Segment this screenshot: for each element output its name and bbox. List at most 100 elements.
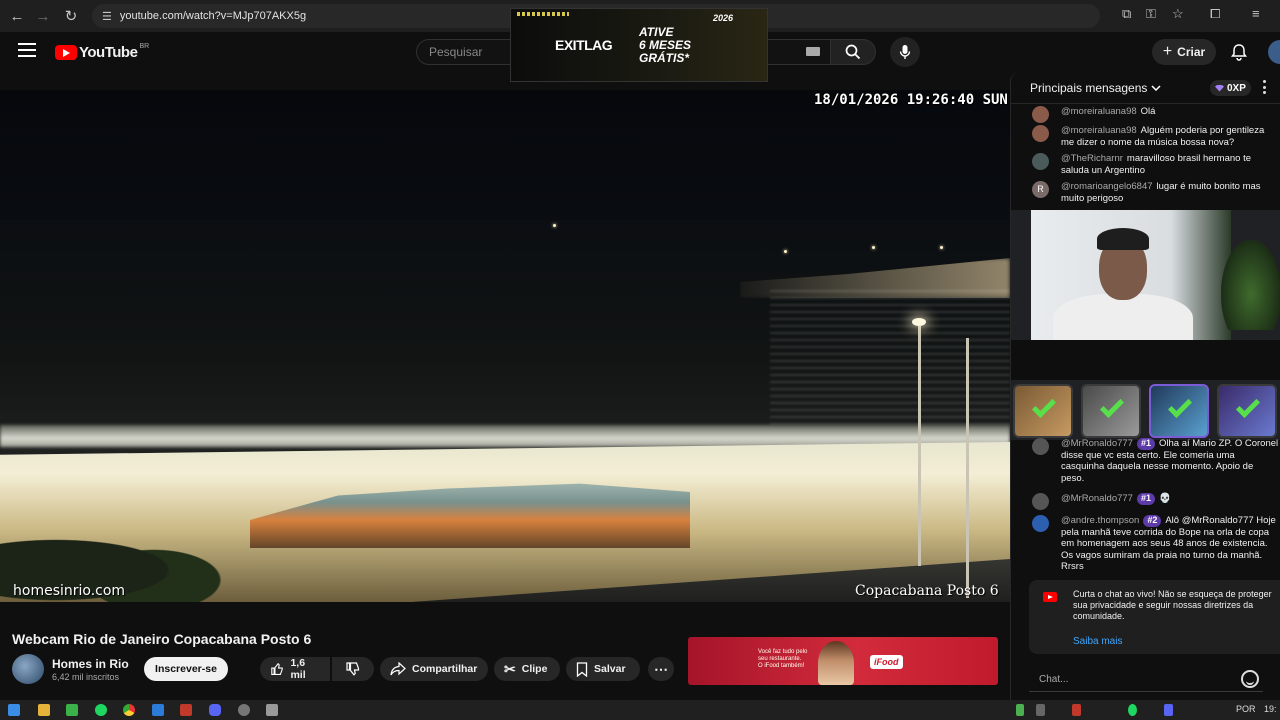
ifood-ad-banner[interactable]: Você faz tudo pelo seu restaurante. O iF… [688, 637, 998, 685]
more-actions-icon[interactable]: ⋯ [648, 657, 674, 681]
message-author[interactable]: @MrRonaldo777 [1061, 438, 1133, 449]
tray-icon[interactable] [1036, 704, 1045, 716]
xbox-icon[interactable] [66, 704, 78, 716]
chat-input[interactable]: Chat... [1029, 668, 1263, 692]
voice-search-button[interactable] [890, 37, 920, 67]
extensions-icon[interactable]: ⧠ [1210, 6, 1220, 22]
create-label: Criar [1177, 45, 1206, 59]
street-lamp-light [912, 318, 926, 326]
message-author[interactable]: @romarioangelo6847 [1061, 181, 1153, 192]
chat-message: @TheRicharnr maravilloso brasil hermano t… [1029, 153, 1279, 176]
shore-light [940, 246, 943, 249]
password-key-icon[interactable]: ⚿ [1146, 6, 1156, 22]
site-settings-icon[interactable]: ☰ [102, 10, 112, 23]
windows-taskbar: POR 19: [0, 700, 1280, 720]
ad-text-line: Você faz tudo pelo [758, 649, 808, 655]
message-author[interactable]: @MrRonaldo777 [1061, 493, 1133, 504]
microphone-icon [899, 45, 911, 59]
tray-icon[interactable] [1072, 704, 1081, 716]
webcam-desk [1011, 340, 1280, 380]
chevron-down-icon [1151, 85, 1161, 91]
message-author[interactable]: @moreiraluana98 [1061, 106, 1137, 117]
discord-icon[interactable] [209, 704, 221, 716]
scissors-icon: ✂ [504, 660, 516, 677]
settings-gear-icon[interactable] [266, 704, 278, 716]
learn-more-link[interactable]: Saiba mais [1073, 636, 1122, 647]
message-author[interactable]: @moreiraluana98 [1061, 125, 1137, 136]
search-button[interactable] [830, 39, 876, 65]
reload-icon[interactable]: ↻ [60, 5, 82, 27]
checkmark-icon [1099, 393, 1125, 419]
forward-icon[interactable]: → [32, 5, 54, 27]
browser-menu-icon[interactable]: ≡ [1252, 6, 1260, 21]
share-icon [390, 662, 406, 676]
save-button[interactable]: Salvar [566, 657, 640, 681]
ifood-logo: iFood [870, 655, 903, 669]
language-indicator[interactable]: POR [1236, 704, 1256, 714]
dislike-button[interactable] [332, 657, 374, 681]
file-explorer-icon[interactable] [38, 704, 50, 716]
tray-discord-icon[interactable] [1164, 704, 1173, 716]
back-icon[interactable]: ← [6, 5, 28, 27]
user-avatar[interactable]: R [1032, 181, 1049, 198]
ad-text: Você faz tudo pelo seu restaurante. O iF… [758, 649, 807, 670]
message-author[interactable]: @andre.thompson [1061, 515, 1139, 526]
tray-spotify-icon[interactable] [1128, 704, 1137, 716]
chat-safety-notice: Curta o chat ao vivo! Não se esqueça de … [1029, 580, 1280, 654]
keyboard-icon[interactable] [806, 47, 820, 56]
checkmark-icon [1031, 393, 1057, 419]
channel-name[interactable]: Homes in Rio [52, 657, 129, 671]
spotify-icon[interactable] [95, 704, 107, 716]
user-avatar[interactable] [1032, 438, 1049, 455]
chat-message: R @romarioangelo6847 lugar é muito bonito… [1029, 181, 1279, 204]
user-avatar[interactable] [1032, 106, 1049, 123]
chat-options-icon[interactable] [1263, 80, 1267, 94]
create-button[interactable]: + Criar [1152, 39, 1216, 65]
account-avatar[interactable] [1268, 40, 1280, 64]
webcam-plant [1221, 240, 1280, 330]
chat-header: Principais mensagens 0XP [1011, 72, 1280, 104]
bookmark-star-icon[interactable]: ☆ [1172, 6, 1184, 22]
clock[interactable]: 19: [1264, 704, 1277, 714]
chat-message: @moreiraluana98 Olá [1029, 106, 1279, 123]
steam-icon[interactable] [152, 704, 164, 716]
chat-message: @moreiraluana98 Alguém poderia por gentil… [1029, 125, 1279, 148]
youtube-logo[interactable]: YouTube BR [55, 43, 149, 61]
menu-icon[interactable] [18, 43, 36, 57]
top-ad-banner[interactable]: EXITLAG ATIVE 6 MESES GRÁTIS* 2026 [510, 8, 768, 82]
xp-badge[interactable]: 0XP [1210, 80, 1251, 96]
user-avatar[interactable] [1032, 515, 1049, 532]
chat-mode-dropdown[interactable]: Principais mensagens [1030, 81, 1161, 95]
app-icon[interactable] [180, 704, 192, 716]
like-count: 1,6 mil [290, 657, 306, 681]
tray-icon[interactable] [1016, 704, 1024, 716]
user-avatar[interactable] [1032, 153, 1049, 170]
user-avatar[interactable] [1032, 125, 1049, 142]
like-button[interactable]: 1,6 mil [260, 657, 330, 681]
ad-brand: EXITLAG [555, 37, 613, 53]
emoji-icon[interactable] [1241, 670, 1259, 688]
video-watermark: homesinrio.com [13, 583, 126, 599]
clip-button[interactable]: ✂ Clipe [494, 657, 560, 681]
app-icon[interactable] [238, 704, 250, 716]
channel-avatar[interactable] [12, 654, 44, 684]
chrome-icon[interactable] [123, 704, 135, 716]
bookmark-icon [576, 661, 588, 677]
notifications-bell-icon[interactable] [1229, 42, 1249, 62]
video-location-label: Copacabana Posto 6 [855, 583, 999, 599]
message-author[interactable]: @TheRicharnr [1061, 153, 1123, 164]
ad-text-line: seu restaurante. [758, 656, 802, 662]
live-chat-panel: Principais mensagens 0XP @moreiraluana98… [1010, 72, 1280, 700]
achievement-tile [1081, 384, 1141, 438]
video-player[interactable]: 18/01/2026 19:26:40 SUN homesinrio.com C… [0, 90, 1010, 602]
rank-badge: #2 [1143, 515, 1162, 527]
share-button[interactable]: Compartilhar [380, 657, 488, 681]
webcam-person-cap [1097, 228, 1149, 250]
rank-badge: #1 [1136, 438, 1155, 450]
chat-message: @MrRonaldo777 #1 💀 [1029, 493, 1279, 510]
user-avatar[interactable] [1032, 493, 1049, 510]
message-text: Olá [1140, 106, 1156, 117]
windows-start-icon[interactable] [8, 704, 20, 716]
cast-icon[interactable]: ⧉ [1122, 6, 1131, 22]
subscribe-button[interactable]: Inscrever-se [144, 657, 228, 681]
